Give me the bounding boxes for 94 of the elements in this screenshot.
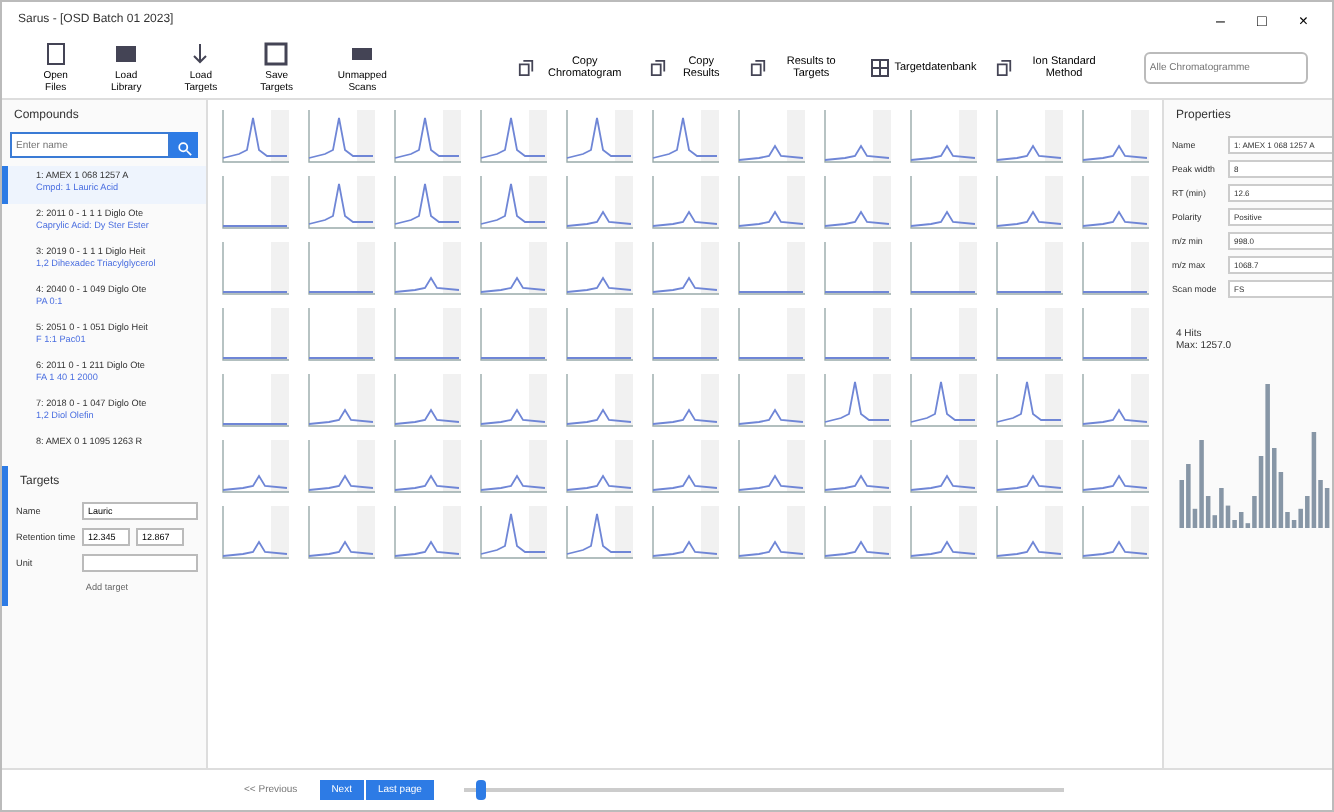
chromatogram-thumbnail[interactable] [646, 106, 724, 166]
file-icon [43, 42, 68, 66]
chromatogram-thumbnail[interactable] [818, 172, 896, 232]
chromatogram-thumbnail[interactable] [474, 238, 552, 298]
chromatogram-thumbnail[interactable] [216, 304, 294, 364]
copy-icon [517, 58, 536, 78]
chromatogram-thumbnail[interactable] [732, 436, 810, 496]
chromatogram-thumbnail[interactable] [732, 370, 810, 430]
chromatogram-thumbnail[interactable] [216, 238, 294, 298]
chromatogram-thumbnail[interactable] [474, 304, 552, 364]
chromatogram-thumbnail[interactable] [990, 304, 1068, 364]
chromatogram-thumbnail[interactable] [216, 172, 294, 232]
chromatogram-thumbnail[interactable] [474, 502, 552, 562]
chromatogram-thumbnail[interactable] [216, 370, 294, 430]
chromatogram-thumbnail[interactable] [1076, 172, 1154, 232]
chromatogram-thumbnail[interactable] [990, 436, 1068, 496]
chromatogram-thumbnail[interactable] [560, 370, 638, 430]
chromatogram-thumbnail[interactable] [818, 502, 896, 562]
chromatogram-thumbnail[interactable] [302, 106, 380, 166]
chromatogram-thumbnail[interactable] [990, 172, 1068, 232]
rectangle-icon [114, 42, 139, 66]
chromatogram-thumbnail[interactable] [904, 172, 982, 232]
chromatogram-thumbnail[interactable] [646, 436, 724, 496]
chromatogram-thumbnail[interactable] [216, 106, 294, 166]
chromatogram-thumbnail[interactable] [732, 106, 810, 166]
chromatogram-thumbnail[interactable] [388, 106, 466, 166]
rectangle-icon [350, 42, 375, 66]
chromatogram-thumbnail[interactable] [560, 172, 638, 232]
window-control-button[interactable]: – [1208, 11, 1233, 29]
chromatogram-thumbnail[interactable] [1076, 502, 1154, 562]
chromatogram-thumbnail[interactable] [560, 106, 638, 166]
copy-icon [650, 58, 669, 78]
chromatogram-thumbnail[interactable] [1076, 238, 1154, 298]
chromatogram-thumbnail[interactable] [216, 436, 294, 496]
chromatogram-thumbnail[interactable] [818, 370, 896, 430]
chromatogram-thumbnail[interactable] [560, 436, 638, 496]
chromatogram-thumbnail[interactable] [646, 172, 724, 232]
chromatogram-thumbnail[interactable] [1076, 436, 1154, 496]
chromatogram-thumbnail[interactable] [904, 370, 982, 430]
chromatogram-thumbnail[interactable] [560, 304, 638, 364]
chromatogram-thumbnail[interactable] [388, 238, 466, 298]
chromatogram-thumbnail[interactable] [904, 238, 982, 298]
window-control-button[interactable]: □ [1248, 11, 1275, 29]
chromatogram-thumbnail[interactable] [646, 370, 724, 430]
chromatogram-thumbnail[interactable] [474, 436, 552, 496]
chromatogram-thumbnail[interactable] [732, 304, 810, 364]
chromatogram-thumbnail[interactable] [1076, 304, 1154, 364]
chromatogram-thumbnail[interactable] [732, 502, 810, 562]
chromatogram-thumbnail[interactable] [302, 370, 380, 430]
chromatogram-thumbnail[interactable] [646, 238, 724, 298]
chromatogram-thumbnail[interactable] [818, 106, 896, 166]
window-control-button[interactable]: × [1290, 11, 1316, 29]
chromatogram-thumbnail[interactable] [990, 238, 1068, 298]
chromatogram-thumbnail[interactable] [732, 238, 810, 298]
chromatogram-thumbnail[interactable] [388, 370, 466, 430]
chromatogram-thumbnail[interactable] [302, 502, 380, 562]
chromatogram-thumbnail[interactable] [904, 436, 982, 496]
chromatogram-thumbnail[interactable] [216, 502, 294, 562]
search-icon [177, 142, 191, 156]
chromatogram-thumbnail[interactable] [302, 172, 380, 232]
chromatogram-thumbnail[interactable] [474, 172, 552, 232]
chromatogram-thumbnail[interactable] [646, 304, 724, 364]
chromatogram-thumbnail[interactable] [388, 304, 466, 364]
chromatogram-thumbnail[interactable] [818, 436, 896, 496]
chromatogram-thumbnail[interactable] [732, 172, 810, 232]
search-button[interactable] [170, 132, 198, 158]
chromatogram-thumbnail[interactable] [646, 502, 724, 562]
square-icon [264, 42, 289, 66]
chromatogram-thumbnail[interactable] [388, 436, 466, 496]
chromatogram-thumbnail[interactable] [474, 106, 552, 166]
chromatogram-thumbnail[interactable] [388, 172, 466, 232]
chromatogram-thumbnail[interactable] [388, 502, 466, 562]
grid-icon [870, 58, 891, 78]
chromatogram-thumbnail[interactable] [560, 238, 638, 298]
chromatogram-thumbnail[interactable] [302, 304, 380, 364]
chromatogram-thumbnail[interactable] [560, 502, 638, 562]
chromatogram-thumbnail[interactable] [1076, 370, 1154, 430]
chromatogram-thumbnail[interactable] [990, 370, 1068, 430]
chromatogram-thumbnail[interactable] [990, 106, 1068, 166]
copy-icon [996, 58, 1015, 78]
unit-dropdown[interactable] [82, 554, 198, 572]
down-arrow-icon [188, 42, 213, 66]
chromatogram-thumbnail[interactable] [818, 238, 896, 298]
chromatogram-thumbnail[interactable] [474, 370, 552, 430]
slider-thumb[interactable] [475, 780, 486, 800]
chromatogram-thumbnail[interactable] [990, 502, 1068, 562]
chromatogram-thumbnail[interactable] [818, 304, 896, 364]
chromatogram-thumbnail[interactable] [1076, 106, 1154, 166]
chromatogram-thumbnail[interactable] [302, 436, 380, 496]
chromatogram-thumbnail[interactable] [904, 106, 982, 166]
chromatogram-thumbnail[interactable] [302, 238, 380, 298]
chromatogram-thumbnail[interactable] [904, 304, 982, 364]
copy-icon [750, 58, 769, 78]
chromatogram-thumbnail[interactable] [904, 502, 982, 562]
